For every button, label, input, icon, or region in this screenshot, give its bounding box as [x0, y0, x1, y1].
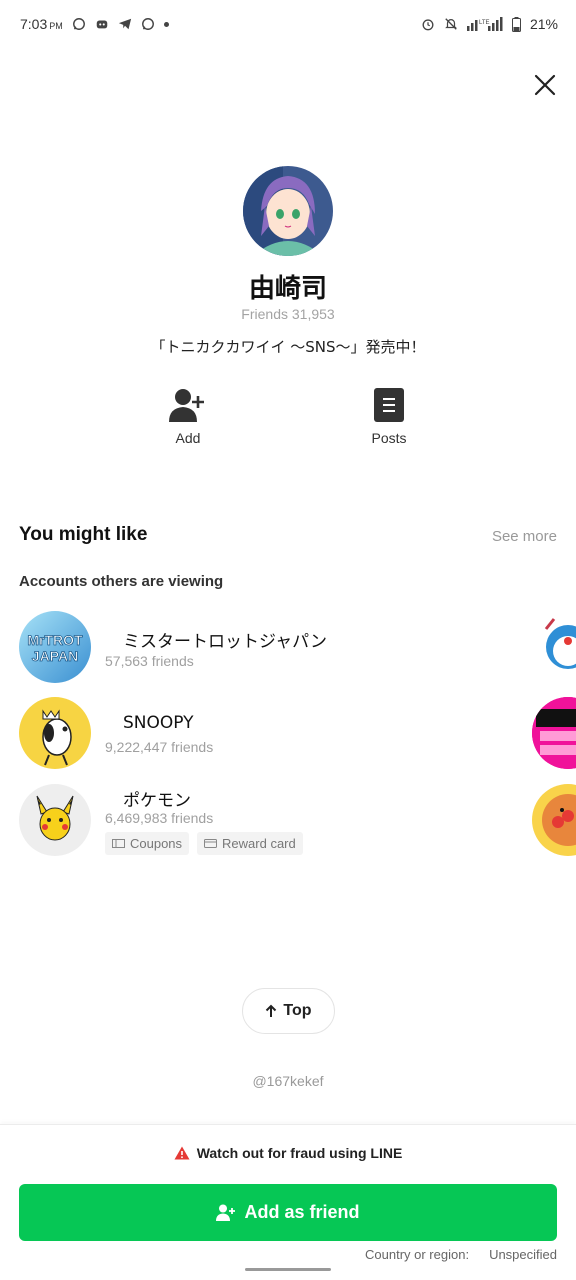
- battery-icon: [511, 16, 521, 32]
- status-time: 7:03 PM: [20, 16, 63, 32]
- coupons-tag: Coupons: [105, 832, 190, 855]
- coupon-icon: [112, 839, 125, 848]
- fraud-warning[interactable]: Watch out for fraud using LINE: [0, 1145, 576, 1161]
- posts-action-label: Posts: [371, 430, 407, 446]
- status-bar: 7:03 PM LTE 21%: [0, 0, 576, 48]
- add-person-icon: [169, 389, 204, 422]
- mute-icon: [445, 18, 457, 30]
- svg-text:LTE: LTE: [479, 20, 490, 26]
- fraud-warning-text: Watch out for fraud using LINE: [196, 1145, 403, 1161]
- recommendation-item[interactable]: MrTROT JAPAN ミスタートロットジャパン 57,563 friends: [19, 611, 539, 685]
- svg-text:MrTROT: MrTROT: [27, 632, 83, 648]
- status-right: LTE 21%: [421, 16, 558, 32]
- anime-character-avatar-image: [243, 166, 333, 256]
- recommendation-name: ポケモン: [123, 791, 191, 811]
- account-handle: @167kekef: [252, 1073, 324, 1089]
- profile-avatar[interactable]: [243, 166, 333, 256]
- whatsapp-icon-2: [141, 18, 154, 30]
- signal-lte-icon: LTE: [466, 17, 503, 31]
- posts-icon: [374, 388, 404, 422]
- recommendation-item[interactable]: ポケモン 6,469,983 friends Coupons Reward ca…: [19, 784, 539, 858]
- home-indicator[interactable]: [245, 1268, 331, 1271]
- more-notifications-icon: [163, 21, 169, 27]
- warning-icon: [174, 1146, 190, 1160]
- see-more-link[interactable]: See more: [492, 528, 557, 545]
- discord-icon: [96, 20, 107, 29]
- recommendation-name: SNOOPY: [123, 713, 194, 733]
- friends-count: Friends 31,953: [241, 306, 335, 322]
- card-icon: [204, 839, 218, 848]
- scroll-to-top-button[interactable]: Top: [242, 988, 335, 1034]
- snoopy-logo: [19, 697, 91, 769]
- recommendation-tags: Coupons Reward card: [105, 832, 303, 855]
- add-person-icon: [216, 1204, 236, 1221]
- mrtrot-logo: MrTROT JAPAN: [19, 611, 91, 683]
- region-value: Unspecified: [489, 1247, 557, 1262]
- recommendation-friends: 9,222,447 friends: [105, 739, 214, 755]
- region-label: Country or region:: [365, 1247, 470, 1262]
- telegram-icon: [118, 18, 131, 30]
- add-action-button[interactable]: Add: [148, 388, 228, 446]
- posts-action-button[interactable]: Posts: [349, 388, 429, 446]
- profile-name: 由崎司: [248, 274, 327, 304]
- add-as-friend-button[interactable]: Add as friend: [19, 1184, 557, 1241]
- battery-percent: 21%: [529, 16, 558, 32]
- whatsapp-icon: [72, 18, 85, 30]
- recommendation-item[interactable]: SNOOPY 9,222,447 friends: [19, 697, 539, 771]
- alarm-icon: [422, 19, 434, 31]
- region-setting[interactable]: Country or region: Unspecified: [365, 1247, 557, 1262]
- you-might-like-title: You might like: [19, 524, 148, 545]
- add-action-label: Add: [175, 430, 201, 446]
- top-button-label: Top: [283, 1002, 312, 1019]
- pokemon-logo: [19, 784, 91, 856]
- recommendation-name: ミスタートロットジャパン: [123, 632, 327, 652]
- close-icon[interactable]: [530, 70, 560, 100]
- accounts-others-viewing-subtitle: Accounts others are viewing: [19, 573, 224, 590]
- recommendation-friends: 6,469,983 friends: [105, 810, 214, 826]
- add-as-friend-label: Add as friend: [244, 1202, 360, 1222]
- reward-card-tag: Reward card: [197, 832, 303, 855]
- status-message: 「トニカクカワイイ 〜SNS〜」発売中！: [150, 338, 426, 356]
- svg-text:JAPAN: JAPAN: [32, 648, 78, 664]
- arrow-up-icon: [266, 1004, 277, 1017]
- recommendation-friends: 57,563 friends: [105, 653, 194, 669]
- status-left: 7:03 PM: [20, 16, 169, 32]
